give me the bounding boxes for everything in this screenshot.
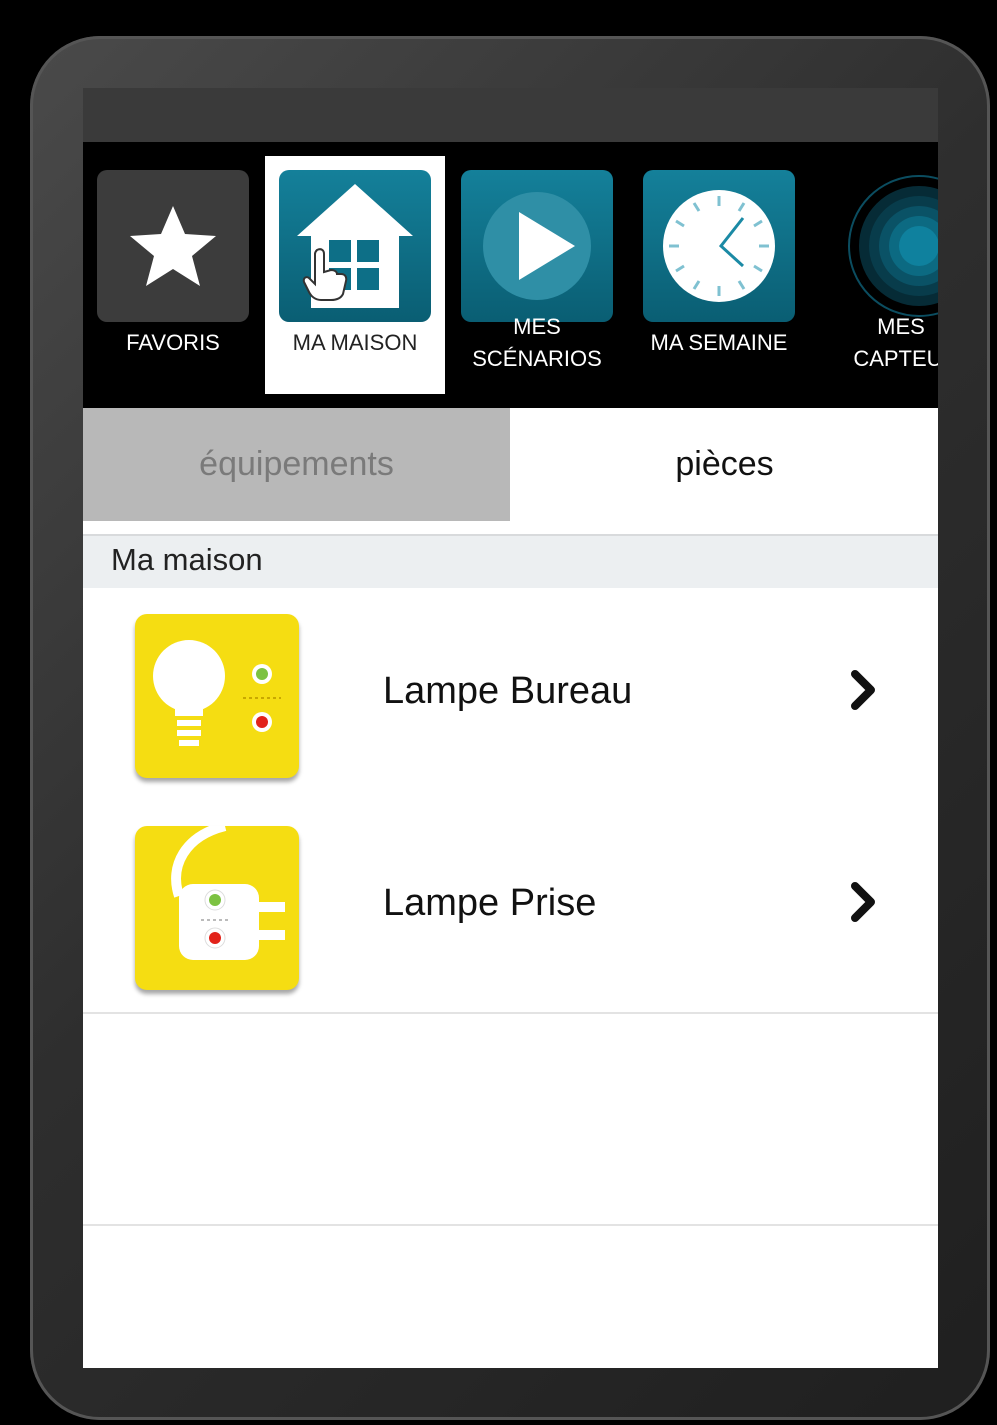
device-name: Lampe Prise	[383, 882, 597, 924]
nav-label-ma-maison: MA MAISON	[292, 330, 418, 355]
nav-item-mes-capteurs[interactable]: MES CAPTEUI	[811, 156, 938, 394]
segmented-control: équipements pièces	[83, 408, 938, 521]
sensor-icon	[825, 170, 938, 322]
app-screen: FAVORIS MA MAISON MES SCÉNARIOS MA SEMAI…	[83, 88, 938, 1368]
tab-pieces[interactable]: pièces	[511, 408, 938, 521]
nav-label-scenarios: SCÉNARIOS	[472, 346, 602, 371]
nav-label-capteurs: CAPTEUI	[853, 346, 938, 371]
nav-item-ma-semaine[interactable]: MA SEMAINE	[629, 156, 809, 394]
chevron-right-icon	[851, 670, 875, 710]
lightbulb-icon	[135, 614, 299, 778]
status-bar	[83, 88, 938, 142]
section-title: Ma maison	[111, 542, 263, 577]
chevron-right-icon	[851, 882, 875, 922]
hand-pointer-icon	[302, 248, 348, 301]
device-name: Lampe Bureau	[383, 670, 633, 712]
list-item-lampe-prise[interactable]: Lampe Prise	[83, 800, 938, 1014]
nav-label-favoris: FAVORIS	[126, 330, 220, 355]
star-icon	[97, 170, 249, 322]
list-item-lampe-bureau[interactable]: Lampe Bureau	[83, 588, 938, 802]
nav-item-ma-maison[interactable]: MA MAISON	[265, 156, 445, 394]
tab-equipements[interactable]: équipements	[83, 408, 510, 521]
section-header: Ma maison	[83, 534, 938, 588]
nav-item-mes-scenarios[interactable]: MES SCÉNARIOS	[447, 156, 627, 394]
nav-label-mes-2: MES	[877, 314, 925, 339]
empty-list-row	[83, 1012, 938, 1226]
clock-icon	[643, 170, 795, 322]
nav-item-favoris[interactable]: FAVORIS	[83, 156, 263, 394]
top-navigation: FAVORIS MA MAISON MES SCÉNARIOS MA SEMAI…	[83, 142, 938, 408]
plug-icon	[135, 826, 299, 990]
nav-label-mes: MES	[513, 314, 561, 339]
play-icon	[461, 170, 613, 322]
nav-label-ma-semaine: MA SEMAINE	[650, 330, 788, 355]
